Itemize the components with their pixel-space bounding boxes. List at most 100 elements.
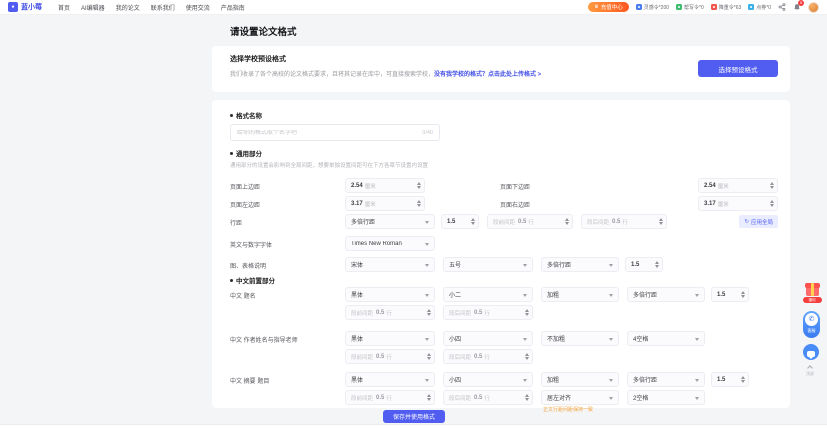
selected-value: 不加粗 xyxy=(547,334,565,343)
caption-value-stepper[interactable]: 1.5 xyxy=(625,257,663,272)
stepper-arrows-icon[interactable] xyxy=(770,197,774,210)
row-margin-left-right: 页面左边距 3.17 厘米 页面右边距 3.17 厘米 xyxy=(212,196,790,211)
chevron-down-icon xyxy=(609,294,613,297)
space-after-stepper[interactable]: 段后间距 0.5 行 xyxy=(581,214,667,229)
chevron-down-icon xyxy=(695,294,699,297)
back-to-top-button[interactable]: 顶部 xyxy=(806,366,814,377)
cn-author-space-before-stepper[interactable]: 段前间距 0.5 行 xyxy=(345,349,435,364)
selected-value: 多倍行距 xyxy=(351,217,375,226)
stepper-arrows-icon[interactable] xyxy=(655,258,659,271)
value: 1.5 xyxy=(717,292,725,298)
recharge-center-button[interactable]: ♛ 充值中心 xyxy=(588,2,629,12)
char-counter: 0/40 xyxy=(422,130,433,136)
chat-widget[interactable] xyxy=(803,344,819,360)
token-writing[interactable]: 帮写令*0 xyxy=(676,4,704,11)
cn-title-space-before-stepper[interactable]: 段前间距 0.5 行 xyxy=(345,305,435,320)
notification-badge: 9 xyxy=(798,0,804,6)
space-before-unit: 行 xyxy=(386,309,392,317)
cn-author-indent-select[interactable]: 4空格 xyxy=(627,331,705,346)
promo-gift-widget[interactable]: 福利 xyxy=(802,283,822,303)
cn-abstract-align-select[interactable]: 居左对齐 xyxy=(541,390,619,405)
stepper-arrows-icon[interactable] xyxy=(741,288,745,301)
cn-abstract-space-after-stepper[interactable]: 段后间距 0.5 行 xyxy=(443,390,533,405)
cn-abstract-font-select[interactable]: 黑体 xyxy=(345,372,435,387)
navbar-right: ♛ 充值中心 灵感令*200 帮写令*0 降重令*63 点券*0 xyxy=(588,2,819,13)
space-before-stepper[interactable]: 段前间距 0.5 行 xyxy=(487,214,573,229)
margin-top-stepper[interactable]: 2.54 厘米 xyxy=(345,178,425,193)
footer-strip xyxy=(0,424,827,428)
margin-right-stepper[interactable]: 3.17 厘米 xyxy=(698,196,778,211)
stepper-arrows-icon[interactable] xyxy=(417,197,421,210)
nav-item-contact[interactable]: 联系我们 xyxy=(151,3,175,12)
cn-abstract-linespacing-select[interactable]: 多倍行距 xyxy=(627,372,705,387)
cn-title-space-after-stepper[interactable]: 段后间距 0.5 行 xyxy=(443,305,533,320)
cn-abstract-value-stepper[interactable]: 1.5 xyxy=(711,372,749,387)
line-spacing-value-stepper[interactable]: 1.5 xyxy=(441,214,479,229)
brand-name[interactable]: 蓝小莓 xyxy=(21,2,42,12)
space-before-unit: 行 xyxy=(386,353,392,361)
cn-author-size-select[interactable]: 小四 xyxy=(443,331,533,346)
row-caption: 图、表格说明 宋体 五号 多倍行距 1.5 xyxy=(212,257,790,272)
margin-left-stepper[interactable]: 3.17 厘米 xyxy=(345,196,425,211)
choose-preset-button[interactable]: 选择预设格式 xyxy=(698,60,778,77)
format-name-input[interactable] xyxy=(237,130,418,136)
stepper-arrows-icon[interactable] xyxy=(471,215,475,228)
stepper-arrows-icon[interactable] xyxy=(427,391,431,404)
section-bullet-icon xyxy=(230,152,233,155)
caption-size-select[interactable]: 五号 xyxy=(443,257,533,272)
cn-title-value-stepper[interactable]: 1.5 xyxy=(711,287,749,302)
save-format-button[interactable]: 保存并使用格式 xyxy=(383,410,445,423)
nav-item-community[interactable]: 使用交流 xyxy=(186,3,210,12)
cn-abstract-size-select[interactable]: 小四 xyxy=(443,372,533,387)
stepper-arrows-icon[interactable] xyxy=(525,391,529,404)
stepper-arrows-icon[interactable] xyxy=(565,215,569,228)
stepper-arrows-icon[interactable] xyxy=(525,350,529,363)
cn-title-linespacing-select[interactable]: 多倍行距 xyxy=(627,287,705,302)
space-before-value: 0.5 xyxy=(376,395,384,401)
cn-author-font-select[interactable]: 黑体 xyxy=(345,331,435,346)
space-after-unit: 行 xyxy=(484,353,490,361)
space-before-label: 段前间距 xyxy=(351,353,373,361)
token-points[interactable]: 点券*0 xyxy=(748,4,771,11)
nav-item-my-papers[interactable]: 我的论文 xyxy=(116,3,140,12)
navbar: ● 蓝小莓 首页 AI编辑器 我的论文 联系我们 使用交流 产品指南 ♛ 充值中… xyxy=(0,0,827,15)
margin-bottom-label: 页面下边距 xyxy=(500,182,530,191)
upload-format-link[interactable]: 没有我学校的格式？点击此处上传格式 > xyxy=(434,72,541,78)
stepper-arrows-icon[interactable] xyxy=(770,179,774,192)
cn-author-weight-select[interactable]: 不加粗 xyxy=(541,331,619,346)
share-icon xyxy=(778,3,786,11)
cn-abstract-label: 中文 摘要 题目 xyxy=(230,376,269,385)
token-dedup[interactable]: 降重令*63 xyxy=(711,4,742,11)
token-inspiration[interactable]: 灵感令*200 xyxy=(636,4,669,11)
cn-title-font-select[interactable]: 黑体 xyxy=(345,287,435,302)
cn-title-size-select[interactable]: 小二 xyxy=(443,287,533,302)
cn-title-weight-select[interactable]: 加粗 xyxy=(541,287,619,302)
cn-abstract-space-before-stepper[interactable]: 段前间距 0.5 行 xyxy=(345,390,435,405)
caption-font-select[interactable]: 宋体 xyxy=(345,257,435,272)
customer-service-widget[interactable]: ✆ 客服 xyxy=(803,311,820,338)
nav-item-home[interactable]: 首页 xyxy=(58,3,70,12)
chevron-down-icon xyxy=(523,379,527,382)
user-avatar[interactable] xyxy=(808,2,819,13)
cn-author-space-after-stepper[interactable]: 段后间距 0.5 行 xyxy=(443,349,533,364)
stepper-arrows-icon[interactable] xyxy=(659,215,663,228)
cn-abstract-indent-select[interactable]: 2空格 xyxy=(627,390,705,405)
nav-item-ai-editor[interactable]: AI编辑器 xyxy=(81,3,105,12)
section-title: 通用部分 xyxy=(236,148,262,158)
brand-logo-icon[interactable]: ● xyxy=(8,2,18,12)
space-after-value: 0.5 xyxy=(612,219,620,225)
cn-abstract-weight-select[interactable]: 加粗 xyxy=(541,372,619,387)
stepper-arrows-icon[interactable] xyxy=(741,373,745,386)
english-font-select[interactable]: Times New Roman xyxy=(345,236,435,251)
nav-item-guide[interactable]: 产品指南 xyxy=(221,3,245,12)
stepper-arrows-icon[interactable] xyxy=(427,306,431,319)
stepper-arrows-icon[interactable] xyxy=(427,350,431,363)
stepper-arrows-icon[interactable] xyxy=(417,179,421,192)
line-spacing-mode-select[interactable]: 多倍行距 xyxy=(345,214,435,229)
stepper-arrows-icon[interactable] xyxy=(525,306,529,319)
apply-global-badge[interactable]: ↻ 应用全局 xyxy=(739,215,778,228)
margin-bottom-stepper[interactable]: 2.54 厘米 xyxy=(698,178,778,193)
notifications-button[interactable]: 9 xyxy=(793,3,801,12)
caption-linespacing-select[interactable]: 多倍行距 xyxy=(541,257,619,272)
share-button[interactable] xyxy=(778,3,786,11)
